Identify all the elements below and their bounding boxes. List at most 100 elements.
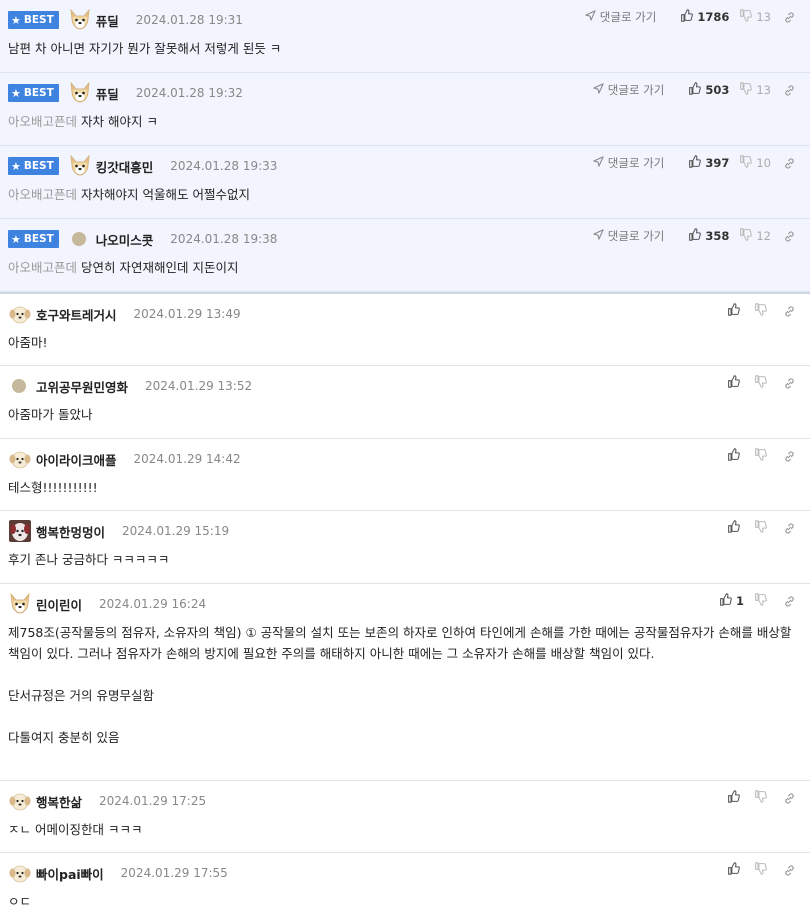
comment-actions: 댓글로 가기 358 12 — [593, 227, 800, 245]
upvote-button[interactable] — [727, 520, 744, 536]
comment-actions — [717, 302, 800, 320]
goto-comment-link[interactable]: 댓글로 가기 — [593, 155, 664, 171]
comment-actions — [717, 374, 800, 392]
link-icon[interactable] — [783, 230, 800, 243]
upvote-button[interactable]: 1 — [719, 593, 744, 609]
puppy-icon — [8, 862, 31, 884]
thumbs-up-icon — [688, 82, 705, 98]
nickname[interactable]: 퓨딜 — [96, 11, 119, 30]
upvote-button[interactable]: 397 — [688, 155, 729, 171]
puppy-icon — [8, 448, 31, 470]
upvote-button[interactable] — [727, 303, 744, 319]
upvote-count: 1 — [735, 594, 744, 608]
comment-actions: 댓글로 가기 1786 13 — [585, 8, 800, 26]
link-icon[interactable] — [783, 305, 800, 318]
comment-date: 2024.01.28 19:31 — [135, 13, 243, 27]
comment-body: 테스형!!!!!!!!!!! — [8, 477, 798, 498]
comment-header: ★ BEST 킹갓대흥민 2024.01.28 19:33 — [8, 154, 277, 176]
link-icon[interactable] — [783, 522, 800, 535]
send-arrow-icon — [593, 83, 608, 97]
goto-comment-link[interactable]: 댓글로 가기 — [593, 82, 664, 98]
downvote-count: 12 — [756, 229, 771, 243]
comment-date: 2024.01.29 17:55 — [120, 866, 228, 880]
link-icon[interactable] — [783, 864, 800, 877]
comment-actions — [717, 519, 800, 537]
dog-face-icon — [8, 592, 30, 615]
comment-paragraph: ㅇㄷ — [8, 894, 32, 909]
upvote-button[interactable]: 358 — [688, 228, 729, 244]
comment: 행복한멍멍이 2024.01.29 15:19 후기 존나 궁금하다 ㅋㅋㅋㅋㅋ — [0, 511, 810, 584]
thumbs-up-icon — [727, 375, 744, 391]
downvote-button[interactable]: 13 — [739, 82, 771, 98]
comment-body: 아줌마! — [8, 332, 798, 353]
upvote-button[interactable] — [727, 862, 744, 878]
downvote-button[interactable]: 12 — [739, 228, 771, 244]
link-icon[interactable] — [783, 595, 800, 608]
send-arrow-icon — [585, 10, 600, 24]
best-badge: ★ BEST — [8, 11, 59, 29]
comment-text: 자차 해야지 ㅋ — [81, 114, 158, 129]
upvote-button[interactable] — [727, 790, 744, 806]
downvote-count: 10 — [756, 156, 771, 170]
comment-header: 행복한삶 2024.01.29 17:25 — [8, 791, 206, 811]
comment-paragraph: ㅈㄴ 어메이징한대 ㅋㅋㅋ — [8, 822, 143, 837]
best-badge: ★ BEST — [8, 157, 59, 175]
quoted-nickname: 아오배고픈데 — [8, 187, 78, 202]
goto-comment-link[interactable]: 댓글로 가기 — [593, 228, 664, 244]
downvote-button[interactable] — [754, 593, 771, 609]
comment: 아이라이크애플 2024.01.29 14:42 테스형!!!!!!!!!!! — [0, 439, 810, 511]
nickname[interactable]: 고위공무원민영화 — [36, 377, 128, 396]
nickname[interactable]: 나오미스콧 — [96, 230, 154, 249]
nickname[interactable]: 빠이pai빠이 — [36, 864, 104, 883]
nickname[interactable]: 행복한삶 — [36, 792, 82, 811]
comment-date: 2024.01.29 13:52 — [145, 379, 253, 393]
downvote-button[interactable] — [754, 520, 771, 536]
thumbs-up-icon — [719, 593, 736, 609]
comment: 린이린이 2024.01.29 16:24 1 제758조(공작물등의 점유자, 소유… — [0, 584, 810, 781]
comment-date: 2024.01.29 14:42 — [133, 452, 241, 466]
thumbs-down-icon — [754, 375, 771, 391]
comment-actions — [717, 861, 800, 879]
downvote-button[interactable] — [754, 303, 771, 319]
link-icon[interactable] — [783, 11, 800, 24]
downvote-button[interactable] — [754, 862, 771, 878]
comment-paragraph: 테스형!!!!!!!!!!! — [8, 480, 98, 495]
nickname[interactable]: 아이라이크애플 — [36, 450, 117, 469]
comment-header: 아이라이크애플 2024.01.29 14:42 — [8, 449, 241, 469]
nickname[interactable]: 린이린이 — [36, 595, 82, 614]
thumbs-down-icon — [739, 228, 756, 244]
link-icon[interactable] — [783, 450, 800, 463]
nickname[interactable]: 킹갓대흥민 — [96, 157, 154, 176]
comment: 고위공무원민영화 2024.01.29 13:52 아줌마가 돌았나 — [0, 366, 810, 439]
best-badge: ★ BEST — [8, 230, 59, 248]
comment-actions: 댓글로 가기 397 10 — [593, 154, 800, 172]
link-icon[interactable] — [783, 157, 800, 170]
downvote-button[interactable]: 10 — [739, 155, 771, 171]
comment-body: 아줌마가 돌았나 — [8, 404, 798, 425]
thumbs-down-icon — [754, 520, 771, 536]
comment-body: 아오배고픈데 당연히 자연재해인데 지돈이지 — [8, 257, 798, 278]
link-icon[interactable] — [783, 792, 800, 805]
comment-actions: 1 — [709, 592, 800, 610]
nickname[interactable]: 퓨딜 — [96, 84, 119, 103]
upvote-button[interactable] — [727, 375, 744, 391]
downvote-button[interactable] — [754, 448, 771, 464]
downvote-count: 13 — [756, 10, 771, 24]
link-icon[interactable] — [783, 377, 800, 390]
nickname[interactable]: 행복한멍멍이 — [36, 522, 105, 541]
thumbs-up-icon — [688, 155, 705, 171]
comment-body: 후기 존나 궁금하다 ㅋㅋㅋㅋㅋ — [8, 549, 798, 570]
upvote-button[interactable]: 1786 — [680, 9, 729, 25]
thumbs-up-icon — [727, 862, 744, 878]
comment: 호구와트레거시 2024.01.29 13:49 아줌마! — [0, 294, 810, 366]
upvote-button[interactable] — [727, 448, 744, 464]
downvote-button[interactable] — [754, 790, 771, 806]
goto-comment-link[interactable]: 댓글로 가기 — [585, 9, 656, 25]
nickname[interactable]: 호구와트레거시 — [36, 305, 117, 324]
downvote-button[interactable]: 13 — [739, 9, 771, 25]
upvote-button[interactable]: 503 — [688, 82, 729, 98]
link-icon[interactable] — [783, 84, 800, 97]
downvote-button[interactable] — [754, 375, 771, 391]
send-arrow-icon — [593, 156, 608, 170]
comment-paragraph: 제758조(공작물등의 점유자, 소유자의 책임) ① 공작물의 설치 또는 보… — [8, 625, 792, 661]
